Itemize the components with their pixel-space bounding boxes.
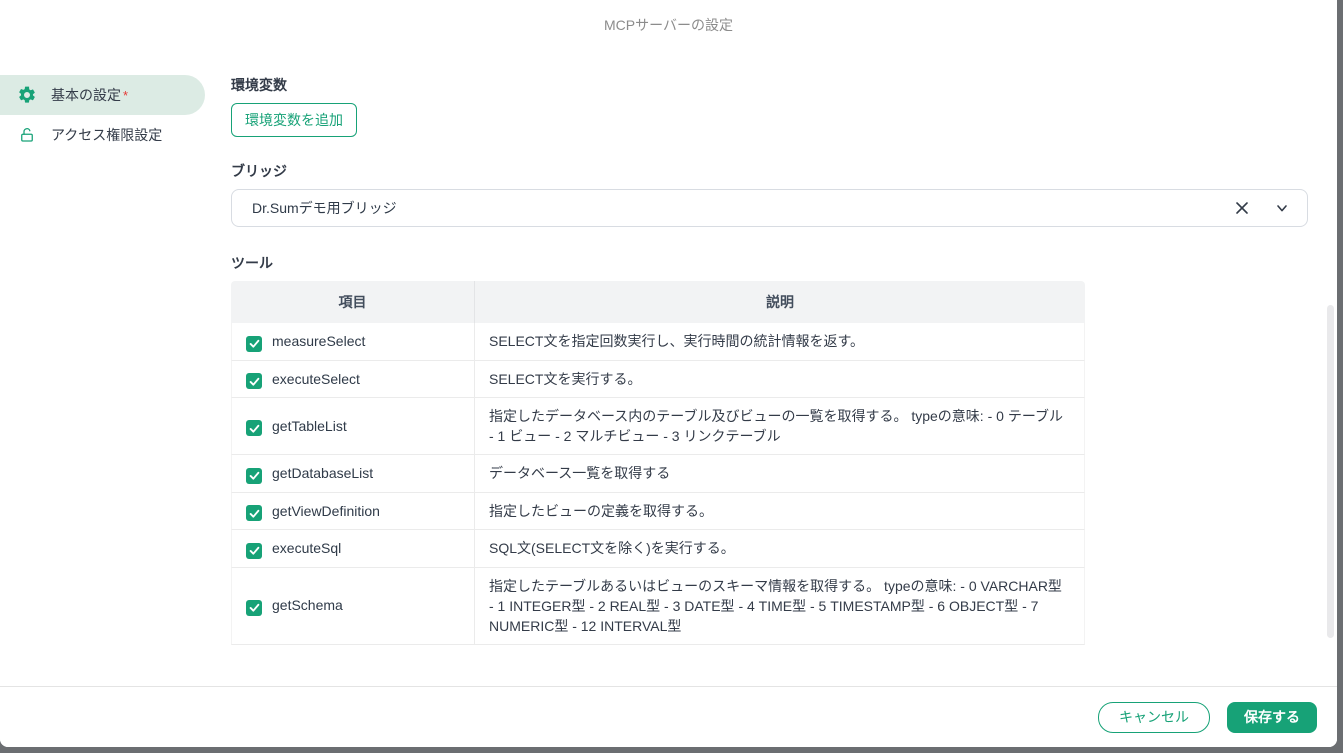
settings-main-panel: 環境変数 環境変数を追加 ブリッジ Dr.Sumデモ用ブリッジ — [231, 50, 1337, 645]
clear-icon[interactable] — [1231, 197, 1253, 219]
tools-table: 項目 説明 measureSelect SELECT文を指定回数実行し、実行時間… — [231, 281, 1085, 645]
table-row: getSchema 指定したテーブルあるいはビューのスキーマ情報を取得する。 t… — [231, 568, 1085, 645]
dialog-header: MCPサーバーの設定 — [0, 0, 1337, 50]
tool-checkbox[interactable] — [246, 543, 262, 559]
table-row: executeSql SQL文(SELECT文を除く)を実行する。 — [231, 530, 1085, 568]
tool-checkbox[interactable] — [246, 336, 262, 352]
gear-icon — [17, 85, 37, 105]
tool-description: データベース一覧を取得する — [475, 455, 1085, 493]
tool-description: 指定したデータベース内のテーブル及びビューの一覧を取得する。 typeの意味: … — [475, 398, 1085, 455]
check-icon — [249, 376, 260, 387]
tool-name: getDatabaseList — [272, 465, 373, 481]
tool-name: executeSelect — [272, 371, 360, 387]
check-icon — [249, 423, 260, 434]
check-icon — [249, 470, 260, 481]
tool-checkbox[interactable] — [246, 373, 262, 389]
check-icon — [249, 508, 260, 519]
table-row: executeSelect SELECT文を実行する。 — [231, 361, 1085, 399]
dialog-title: MCPサーバーの設定 — [604, 15, 733, 35]
table-header-row: 項目 説明 — [231, 281, 1085, 323]
bridge-selected-value: Dr.Sumデモ用ブリッジ — [252, 198, 1231, 218]
tool-description: 指定したテーブルあるいはビューのスキーマ情報を取得する。 typeの意味: - … — [475, 568, 1085, 645]
bridge-select[interactable]: Dr.Sumデモ用ブリッジ — [231, 189, 1308, 227]
tool-checkbox[interactable] — [246, 600, 262, 616]
chevron-down-icon[interactable] — [1271, 197, 1293, 219]
sidebar-item-label: 基本の設定* — [51, 85, 128, 105]
column-header-item: 項目 — [231, 281, 475, 323]
save-button[interactable]: 保存する — [1227, 702, 1317, 733]
tool-name: executeSql — [272, 540, 341, 556]
check-icon — [249, 545, 260, 556]
tool-description: SQL文(SELECT文を除く)を実行する。 — [475, 530, 1085, 568]
lock-icon — [17, 125, 37, 145]
settings-sidebar: 基本の設定* アクセス権限設定 — [0, 50, 231, 155]
check-icon — [249, 602, 260, 613]
tool-checkbox[interactable] — [246, 505, 262, 521]
vertical-scrollbar[interactable] — [1327, 305, 1334, 638]
tool-checkbox[interactable] — [246, 420, 262, 436]
tool-checkbox[interactable] — [246, 468, 262, 484]
column-header-description: 説明 — [475, 281, 1085, 323]
table-row: getTableList 指定したデータベース内のテーブル及びビューの一覧を取得… — [231, 398, 1085, 455]
tools-label: ツール — [231, 253, 1308, 273]
required-indicator: * — [123, 88, 128, 103]
dialog-footer: キャンセル 保存する — [0, 686, 1337, 747]
env-vars-label: 環境変数 — [231, 75, 1308, 95]
check-icon — [249, 338, 260, 349]
table-row: getViewDefinition 指定したビューの定義を取得する。 — [231, 493, 1085, 531]
bridge-label: ブリッジ — [231, 161, 1308, 181]
mcp-server-settings-dialog: MCPサーバーの設定 基本の設定* アクセス権限設定 — [0, 0, 1337, 747]
tool-name: getViewDefinition — [272, 503, 380, 519]
tool-description: SELECT文を実行する。 — [475, 361, 1085, 399]
tool-name: getTableList — [272, 418, 347, 434]
sidebar-item-access-permissions[interactable]: アクセス権限設定 — [0, 115, 205, 155]
cancel-button[interactable]: キャンセル — [1098, 702, 1210, 733]
tool-name: getSchema — [272, 597, 343, 613]
add-env-var-button[interactable]: 環境変数を追加 — [231, 103, 357, 137]
table-row: getDatabaseList データベース一覧を取得する — [231, 455, 1085, 493]
sidebar-item-basic-settings[interactable]: 基本の設定* — [0, 75, 205, 115]
tool-description: SELECT文を指定回数実行し、実行時間の統計情報を返す。 — [475, 323, 1085, 361]
table-row: measureSelect SELECT文を指定回数実行し、実行時間の統計情報を… — [231, 323, 1085, 361]
tool-name: measureSelect — [272, 333, 365, 349]
tool-description: 指定したビューの定義を取得する。 — [475, 493, 1085, 531]
sidebar-item-label: アクセス権限設定 — [51, 125, 162, 145]
